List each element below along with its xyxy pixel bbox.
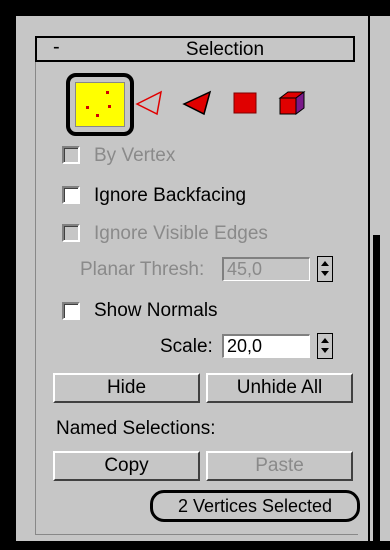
vertex-icon[interactable] bbox=[66, 73, 134, 136]
element-icon[interactable] bbox=[278, 90, 306, 116]
named-selections-label: Named Selections: bbox=[56, 418, 216, 439]
planar-thresh-spinner[interactable] bbox=[317, 256, 333, 282]
ignore-visible-edges-checkbox[interactable] bbox=[62, 224, 80, 242]
face-icon[interactable] bbox=[182, 90, 212, 116]
planar-thresh-field[interactable]: 45,0 bbox=[222, 257, 310, 281]
scale-field[interactable]: 20,0 bbox=[222, 334, 310, 358]
scale-spinner[interactable] bbox=[317, 333, 333, 359]
scale-label: Scale: bbox=[160, 336, 213, 357]
rollout-title: Selection bbox=[185, 39, 265, 60]
panel-scrollbar-thumb[interactable] bbox=[373, 235, 380, 541]
by-vertex-label: By Vertex bbox=[94, 145, 176, 166]
unhide-all-button[interactable]: Unhide All bbox=[206, 373, 353, 403]
show-normals-checkbox[interactable] bbox=[62, 302, 80, 320]
by-vertex-checkbox[interactable] bbox=[62, 146, 80, 164]
rollout-collapse-toggle[interactable]: - bbox=[53, 36, 60, 59]
show-normals-label: Show Normals bbox=[94, 300, 218, 321]
hide-button[interactable]: Hide bbox=[53, 373, 200, 403]
copy-button[interactable]: Copy bbox=[53, 451, 200, 481]
ignore-backfacing-label: Ignore Backfacing bbox=[94, 185, 247, 206]
selection-status: 2 Vertices Selected bbox=[150, 490, 360, 522]
edge-icon[interactable] bbox=[135, 90, 163, 116]
vertex-icon-fill bbox=[75, 82, 125, 127]
ignore-visible-edges-label: Ignore Visible Edges bbox=[94, 223, 268, 244]
ignore-backfacing-checkbox[interactable] bbox=[62, 186, 80, 204]
paste-button[interactable]: Paste bbox=[206, 451, 353, 481]
selection-rollout-header[interactable]: - Selection bbox=[35, 36, 355, 62]
polygon-icon[interactable] bbox=[233, 92, 257, 114]
planar-thresh-label: Planar Thresh: bbox=[80, 259, 205, 280]
